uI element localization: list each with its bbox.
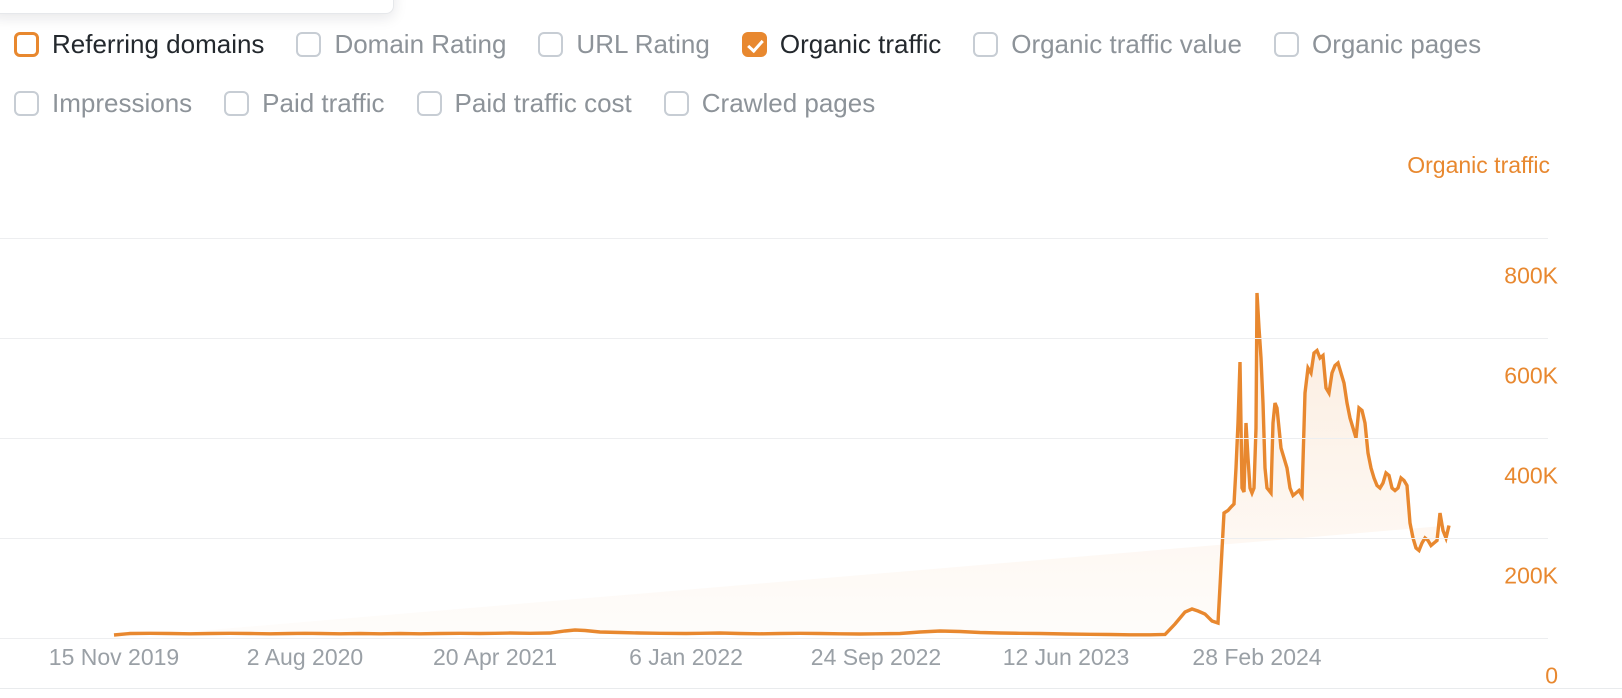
series-title: Organic traffic [1407,152,1550,178]
series-plot [0,188,1548,638]
metric-label: URL Rating [576,29,710,59]
checkbox-unchecked-icon[interactable] [296,31,322,57]
metric-toggle-paid-traffic[interactable]: Paid traffic [224,87,385,119]
metric-toggle-group: Referring domains Domain Rating URL Rating… [0,24,1600,123]
metric-toggle-organic-traffic-value[interactable]: Organic traffic value [973,28,1242,60]
metric-row-1: Referring domains Domain Rating URL Rating… [0,24,1600,64]
metric-label: Impressions [52,88,193,118]
metric-toggle-impressions[interactable]: Impressions [14,87,192,119]
metric-label: Paid traffic cost [454,88,632,118]
gridline [0,238,1548,239]
metric-label: Organic traffic value [1011,29,1242,59]
x-axis-tick-label: 12 Jun 2023 [1002,644,1130,670]
y-axis-tick-label: 800K [1504,262,1558,289]
organic-traffic-chart-panel: Referring domains Domain Rating URL Rating… [0,0,1622,698]
metric-label: Organic pages [1311,29,1482,59]
metric-toggle-paid-traffic-cost[interactable]: Paid traffic cost [416,87,632,119]
metric-label: Crawled pages [701,88,876,118]
metric-label: Organic traffic [779,29,942,59]
checkbox-unchecked-icon[interactable] [1273,31,1299,57]
overflow-dropdown-card[interactable] [0,0,394,14]
x-axis-tick-label: 20 Apr 2021 [432,644,558,670]
metric-row-2: Impressions Paid traffic Paid traffic cost… [0,83,1600,123]
x-axis-tick-label: 15 Nov 2019 [48,644,180,670]
checkbox-unchecked-icon[interactable] [14,31,39,57]
metric-toggle-domain-rating[interactable]: Domain Rating [296,28,506,60]
gridline [0,338,1548,339]
metric-label: Domain Rating [334,29,507,59]
metric-toggle-crawled-pages[interactable]: Crawled pages [663,87,876,119]
gridline [0,638,1548,639]
bottom-divider [0,688,1622,689]
checkbox-unchecked-icon[interactable] [416,90,442,116]
y-axis-tick-label: 0 [1545,662,1558,689]
chart-area: Organic traffic 15 Nov 2019 2 Aug 2020 20 … [0,148,1622,689]
metric-toggle-organic-pages[interactable]: Organic pages [1273,28,1482,60]
metric-toggle-organic-traffic[interactable]: Organic traffic [741,28,942,60]
x-axis-tick-label: 24 Sep 2022 [810,644,942,670]
plot-region [0,188,1548,639]
metric-label: Paid traffic [262,88,385,118]
y-axis-tick-label: 600K [1504,362,1558,389]
x-axis-tick-label: 2 Aug 2020 [246,644,364,670]
gridline [0,438,1548,439]
x-axis-tick-label: 28 Feb 2024 [1192,644,1322,670]
checkbox-unchecked-icon[interactable] [224,90,250,116]
checkbox-checked-icon[interactable] [741,31,767,57]
y-axis-tick-label: 200K [1504,562,1558,589]
x-axis-tick-label: 6 Jan 2022 [629,644,743,670]
checkbox-unchecked-icon[interactable] [973,31,999,57]
metric-toggle-referring-domains[interactable]: Referring domains [14,28,264,60]
y-axis-tick-label: 400K [1504,462,1558,489]
checkbox-unchecked-icon[interactable] [663,90,689,116]
checkbox-unchecked-icon[interactable] [538,31,564,57]
gridline [0,538,1548,539]
metric-toggle-url-rating[interactable]: URL Rating [538,28,710,60]
metric-label: Referring domains [52,29,265,59]
x-axis: 15 Nov 2019 2 Aug 2020 20 Apr 2021 6 Jan 20… [0,644,1548,678]
organic-traffic-series-svg [113,292,1451,638]
checkbox-unchecked-icon[interactable] [14,90,39,116]
